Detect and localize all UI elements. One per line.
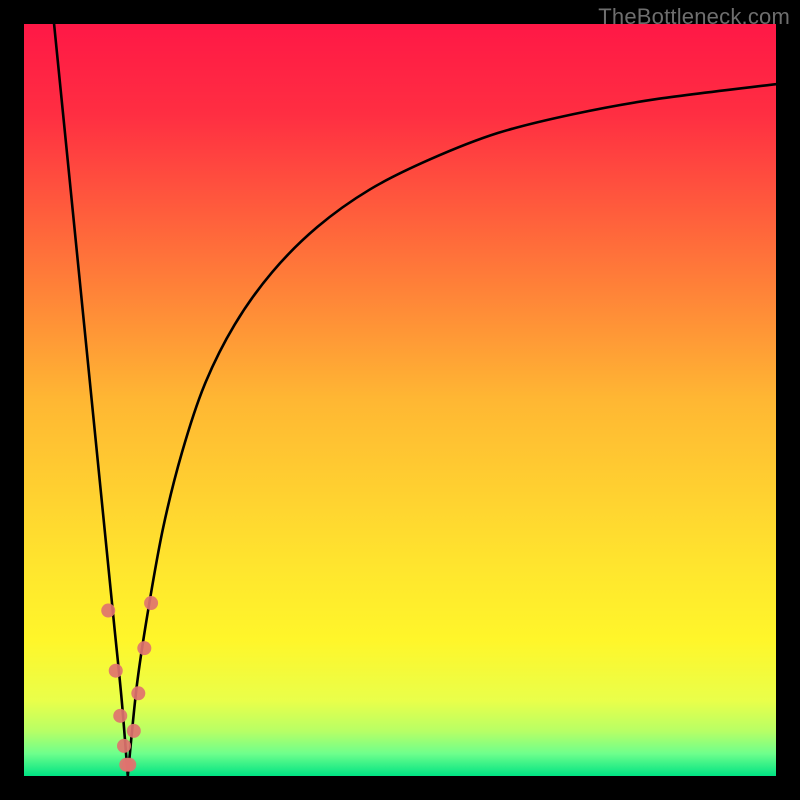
marker-right-cluster xyxy=(137,641,151,655)
outer-frame: TheBottleneck.com xyxy=(0,0,800,800)
marker-left-cluster xyxy=(117,739,131,753)
marker-right-cluster xyxy=(131,686,145,700)
bottleneck-chart xyxy=(24,24,776,776)
marker-left-cluster xyxy=(109,664,123,678)
watermark-label: TheBottleneck.com xyxy=(598,4,790,30)
marker-left-cluster xyxy=(113,709,127,723)
marker-left-cluster xyxy=(101,604,115,618)
gradient-background xyxy=(24,24,776,776)
marker-right-cluster xyxy=(144,596,158,610)
marker-right-cluster xyxy=(127,724,141,738)
marker-right-cluster xyxy=(122,758,136,772)
